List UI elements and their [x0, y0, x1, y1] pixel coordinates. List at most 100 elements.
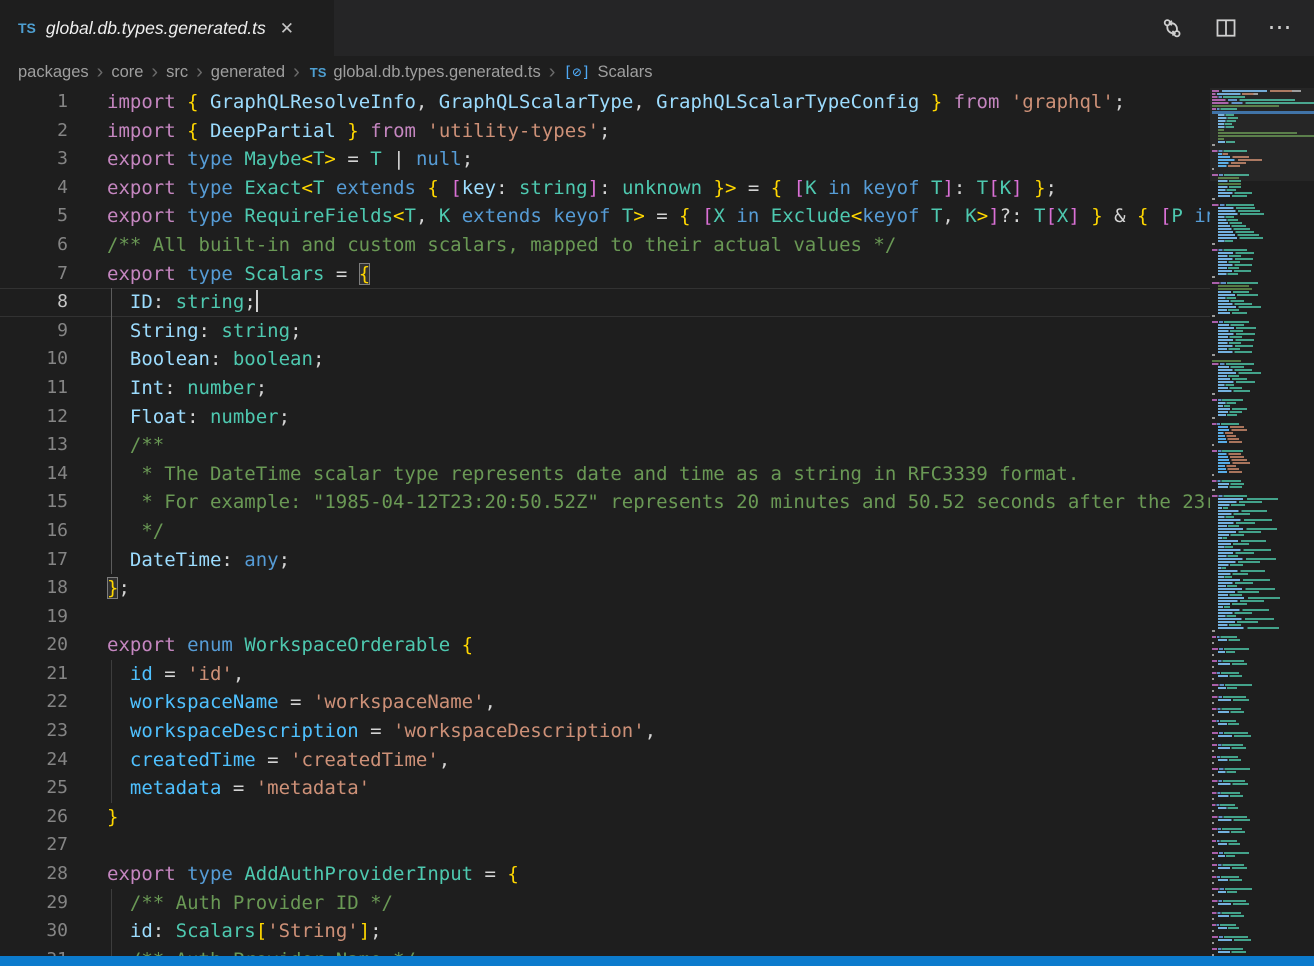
vscode-editor-window: TS global.db.types.generated.ts ✕ [0, 0, 1314, 966]
code-line[interactable]: 23 workspaceDescription = 'workspaceDesc… [0, 717, 1210, 746]
code-text: * For example: "1985-04-12T23:20:50.52Z"… [107, 488, 1210, 517]
line-number: 2 [0, 117, 68, 146]
tab-close-icon[interactable]: ✕ [280, 20, 294, 37]
line-number: 28 [0, 860, 68, 889]
breadcrumb-label: Scalars [597, 63, 652, 82]
code-text: export type Scalars = { [107, 260, 370, 289]
breadcrumb-item-generated[interactable]: generated [211, 63, 285, 82]
code-line[interactable]: 16 */ [0, 517, 1210, 546]
code-line[interactable]: 13 /** [0, 431, 1210, 460]
breadcrumb-label: generated [211, 63, 285, 82]
split-editor-icon [1215, 17, 1237, 39]
chevron-right-icon: › [196, 62, 203, 82]
breadcrumb-label: packages [18, 63, 89, 82]
code-text: /** Auth Provider ID */ [107, 889, 393, 918]
text-cursor [256, 290, 258, 312]
code-text: id: Scalars['String']; [107, 917, 382, 946]
code-line[interactable]: 5export type RequireFields<T, K extends … [0, 202, 1210, 231]
line-number: 26 [0, 803, 68, 832]
line-number: 16 [0, 517, 68, 546]
code-line[interactable]: 3 export type Maybe<T> = T | null; [0, 145, 1210, 174]
code-text: export type AddAuthProviderInput = { [107, 860, 519, 889]
code-line[interactable]: 20export enum WorkspaceOrderable { [0, 631, 1210, 660]
code-text: } [107, 803, 118, 832]
code-line[interactable]: 12 Float: number; [0, 403, 1210, 432]
code-line[interactable]: 21 id = 'id', [0, 660, 1210, 689]
code-line[interactable]: 29 /** Auth Provider ID */ [0, 889, 1210, 918]
line-number: 24 [0, 746, 68, 775]
chevron-right-icon: › [549, 62, 556, 82]
chevron-right-icon: › [97, 62, 104, 82]
code-line[interactable]: 17 DateTime: any; [0, 546, 1210, 575]
code-text: Float: number; [107, 403, 290, 432]
code-line[interactable]: 7export type Scalars = { [0, 260, 1210, 289]
code-text: createdTime = 'createdTime', [107, 746, 450, 775]
line-number: 19 [0, 603, 68, 632]
breadcrumb-item-core[interactable]: core [111, 63, 143, 82]
breadcrumb: packages › core › src › generated › TSglobal.db.… [0, 56, 1314, 88]
tab-global-db-types-generated[interactable]: TS global.db.types.generated.ts ✕ [0, 0, 334, 56]
code-text: Int: number; [107, 374, 267, 403]
code-editor[interactable]: 1import { GraphQLResolveInfo, GraphQLSca… [0, 88, 1210, 966]
code-line[interactable]: 26} [0, 803, 1210, 832]
code-line[interactable]: 8 ID: string; [0, 288, 1210, 317]
code-text: workspaceName = 'workspaceName', [107, 688, 496, 717]
more-actions-icon: ⋯ [1268, 23, 1293, 33]
line-number: 17 [0, 546, 68, 575]
symbol-type-icon: [⊘] [563, 63, 590, 81]
code-text: DateTime: any; [107, 546, 290, 575]
breadcrumb-item-packages[interactable]: packages [18, 63, 89, 82]
code-line[interactable]: 22 workspaceName = 'workspaceName', [0, 688, 1210, 717]
code-line[interactable]: 30 id: Scalars['String']; [0, 917, 1210, 946]
code-line[interactable]: 19 [0, 603, 1210, 632]
more-actions-button[interactable]: ⋯ [1268, 16, 1292, 40]
code-line[interactable]: 11 Int: number; [0, 374, 1210, 403]
code-line[interactable]: 24 createdTime = 'createdTime', [0, 746, 1210, 775]
line-number: 1 [0, 88, 68, 117]
breadcrumb-item-src[interactable]: src [166, 63, 188, 82]
code-line[interactable]: 4export type Exact<T extends { [key: str… [0, 174, 1210, 203]
line-number: 25 [0, 774, 68, 803]
split-editor-button[interactable] [1214, 16, 1238, 40]
line-number: 20 [0, 631, 68, 660]
code-text: String: string; [107, 317, 302, 346]
breadcrumb-label: src [166, 63, 188, 82]
breadcrumb-item-global-db-types-generated-ts[interactable]: TSglobal.db.types.generated.ts [308, 63, 541, 82]
code-line[interactable]: 18}; [0, 574, 1210, 603]
open-changes-button[interactable] [1160, 16, 1184, 40]
code-line[interactable]: 10 Boolean: boolean; [0, 345, 1210, 374]
line-number: 5 [0, 202, 68, 231]
code-text: * The DateTime scalar type represents da… [107, 460, 1079, 489]
code-line[interactable]: 9 String: string; [0, 317, 1210, 346]
code-text: export type Maybe<T> = T | null; [107, 145, 473, 174]
line-number: 15 [0, 488, 68, 517]
code-line[interactable]: 15 * For example: "1985-04-12T23:20:50.5… [0, 488, 1210, 517]
line-number: 12 [0, 403, 68, 432]
tab-label: global.db.types.generated.ts [46, 18, 266, 39]
minimap[interactable] [1210, 88, 1314, 966]
line-number: 6 [0, 231, 68, 260]
code-line[interactable]: 27 [0, 831, 1210, 860]
typescript-file-icon: TS [310, 65, 327, 80]
code-line[interactable]: 25 metadata = 'metadata' [0, 774, 1210, 803]
status-bar[interactable] [0, 956, 1314, 966]
tab-bar: TS global.db.types.generated.ts ✕ [0, 0, 1314, 56]
chevron-right-icon: › [151, 62, 158, 82]
code-line[interactable]: 28 export type AddAuthProviderInput = { [0, 860, 1210, 889]
code-line[interactable]: 2import { DeepPartial } from 'utility-ty… [0, 117, 1210, 146]
line-number: 11 [0, 374, 68, 403]
line-number: 18 [0, 574, 68, 603]
line-number: 22 [0, 688, 68, 717]
editor-group: 1import { GraphQLResolveInfo, GraphQLSca… [0, 88, 1314, 966]
breadcrumb-item-scalars[interactable]: [⊘] Scalars [563, 63, 652, 82]
code-line[interactable]: 14 * The DateTime scalar type represents… [0, 460, 1210, 489]
line-number: 3 [0, 145, 68, 174]
code-text: /** [107, 431, 164, 460]
line-number: 14 [0, 460, 68, 489]
code-text: id = 'id', [107, 660, 244, 689]
code-text: /** All built-in and custom scalars, map… [107, 231, 896, 260]
typescript-file-icon: TS [18, 20, 36, 36]
code-text: }; [107, 574, 130, 603]
code-line[interactable]: 6 /** All built-in and custom scalars, ma… [0, 231, 1210, 260]
code-line[interactable]: 1import { GraphQLResolveInfo, GraphQLSca… [0, 88, 1210, 117]
